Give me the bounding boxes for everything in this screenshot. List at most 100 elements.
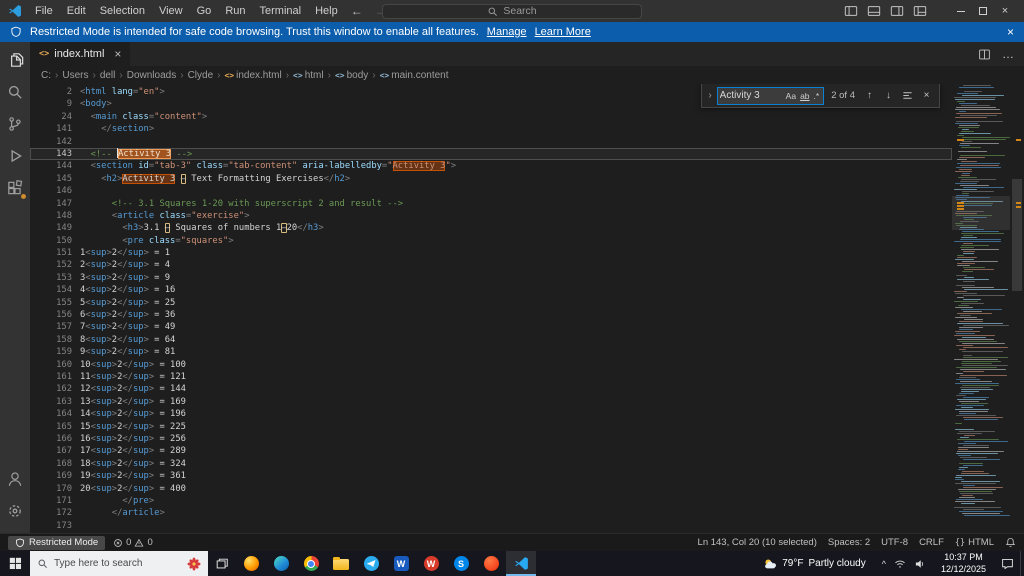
- code-line-156[interactable]: 156 6<sup>2</sup> = 36: [30, 309, 952, 321]
- code-line-144[interactable]: 144 <section id="tab-3" class="tab-conte…: [30, 160, 952, 172]
- code-line-145[interactable]: 145 <h2>Activity 3 – Text Formatting Exe…: [30, 173, 952, 185]
- line-content[interactable]: </pre>: [72, 495, 952, 507]
- line-number[interactable]: 169: [30, 470, 72, 482]
- code-line-24[interactable]: 24 <main class="content">: [30, 111, 952, 123]
- line-number[interactable]: 166: [30, 433, 72, 445]
- breadcrumb-item[interactable]: <> index.html: [223, 70, 282, 81]
- line-number[interactable]: 143: [30, 148, 72, 160]
- line-number[interactable]: 151: [30, 247, 72, 259]
- extensions-icon[interactable]: [0, 174, 30, 202]
- code-line-170[interactable]: 170 20<sup>2</sup> = 400: [30, 483, 952, 495]
- taskbar-search[interactable]: Type here to search: [30, 551, 208, 576]
- code-line-146[interactable]: 146: [30, 185, 952, 197]
- line-content[interactable]: 14<sup>2</sup> = 196: [72, 408, 952, 420]
- find-input[interactable]: [719, 90, 784, 101]
- code-line-163[interactable]: 163 13<sup>2</sup> = 169: [30, 396, 952, 408]
- toggle-sidebar-icon[interactable]: [844, 4, 858, 18]
- problems-status[interactable]: 0 0: [113, 537, 153, 548]
- line-number[interactable]: 170: [30, 483, 72, 495]
- start-button[interactable]: [0, 551, 30, 576]
- tab-close-icon[interactable]: ×: [114, 47, 121, 61]
- tab-index-html[interactable]: <> index.html ×: [30, 42, 131, 66]
- code-area[interactable]: 2 <html lang="en"> 9 <body> 24 <main class="…: [30, 84, 952, 533]
- code-line-158[interactable]: 158 8<sup>2</sup> = 64: [30, 334, 952, 346]
- menu-go[interactable]: Go: [190, 5, 219, 17]
- line-content[interactable]: 18<sup>2</sup> = 324: [72, 458, 952, 470]
- breadcrumb-item[interactable]: Clyde: [187, 70, 215, 81]
- line-number[interactable]: 163: [30, 396, 72, 408]
- line-number[interactable]: 156: [30, 309, 72, 321]
- whole-word-toggle[interactable]: ab: [798, 90, 811, 102]
- line-number[interactable]: 9: [30, 98, 72, 110]
- line-number[interactable]: 164: [30, 408, 72, 420]
- line-content[interactable]: 13<sup>2</sup> = 169: [72, 396, 952, 408]
- code-line-143[interactable]: 143 <!-- Activity 3 -->: [30, 147, 952, 161]
- restricted-mode-status[interactable]: Restricted Mode: [8, 535, 106, 550]
- language-mode-status[interactable]: {} HTML: [955, 537, 994, 548]
- breadcrumb-item[interactable]: <> main.content: [379, 70, 450, 81]
- search-sidebar-icon[interactable]: [0, 78, 30, 106]
- line-content[interactable]: <pre class="squares">: [72, 235, 952, 247]
- toggle-replace-icon[interactable]: ›: [707, 90, 712, 101]
- code-line-149[interactable]: 149 <h3>3.1 – Squares of numbers 1–20</h…: [30, 222, 952, 234]
- line-number[interactable]: 168: [30, 458, 72, 470]
- line-content[interactable]: </section>: [72, 123, 952, 135]
- code-line-147[interactable]: 147 <!-- 3.1 Squares 1-20 with superscri…: [30, 198, 952, 210]
- line-content[interactable]: 2<sup>2</sup> = 4: [72, 259, 952, 271]
- line-number[interactable]: 162: [30, 383, 72, 395]
- breadcrumb-item[interactable]: <> html: [292, 70, 325, 81]
- code-line-142[interactable]: 142: [30, 136, 952, 148]
- menu-help[interactable]: Help: [308, 5, 345, 17]
- code-line-165[interactable]: 165 15<sup>2</sup> = 225: [30, 421, 952, 433]
- taskbar-app-chrome[interactable]: [296, 551, 326, 576]
- back-icon[interactable]: ←: [345, 4, 369, 18]
- scrollbar-thumb[interactable]: [1012, 179, 1022, 291]
- line-content[interactable]: 15<sup>2</sup> = 225: [72, 421, 952, 433]
- line-content[interactable]: [72, 136, 952, 148]
- line-content[interactable]: 1<sup>2</sup> = 1: [72, 247, 952, 259]
- line-number[interactable]: 173: [30, 520, 72, 532]
- line-number[interactable]: 167: [30, 445, 72, 457]
- eol-status[interactable]: CRLF: [919, 537, 944, 548]
- editor[interactable]: 2 <html lang="en"> 9 <body> 24 <main class="…: [30, 84, 1024, 533]
- line-content[interactable]: 10<sup>2</sup> = 100: [72, 359, 952, 371]
- line-number[interactable]: 153: [30, 272, 72, 284]
- code-line-155[interactable]: 155 5<sup>2</sup> = 25: [30, 297, 952, 309]
- code-line-154[interactable]: 154 4<sup>2</sup> = 16: [30, 284, 952, 296]
- menu-selection[interactable]: Selection: [93, 5, 152, 17]
- code-line-161[interactable]: 161 11<sup>2</sup> = 121: [30, 371, 952, 383]
- line-content[interactable]: 17<sup>2</sup> = 289: [72, 445, 952, 457]
- menu-view[interactable]: View: [152, 5, 190, 17]
- menu-file[interactable]: File: [28, 5, 60, 17]
- show-desktop-button[interactable]: [1020, 551, 1024, 576]
- code-line-168[interactable]: 168 18<sup>2</sup> = 324: [30, 458, 952, 470]
- run-debug-icon[interactable]: [0, 142, 30, 170]
- toggle-secondary-sidebar-icon[interactable]: [890, 4, 904, 18]
- task-view-button[interactable]: [208, 551, 236, 576]
- line-number[interactable]: 148: [30, 210, 72, 222]
- line-content[interactable]: 8<sup>2</sup> = 64: [72, 334, 952, 346]
- line-number[interactable]: 2: [30, 86, 72, 98]
- banner-close-icon[interactable]: ×: [1007, 25, 1014, 39]
- learn-more-link[interactable]: Learn More: [535, 26, 591, 38]
- code-line-157[interactable]: 157 7<sup>2</sup> = 49: [30, 321, 952, 333]
- line-content[interactable]: 11<sup>2</sup> = 121: [72, 371, 952, 383]
- line-content[interactable]: <h3>3.1 – Squares of numbers 1–20</h3>: [72, 222, 952, 234]
- tray-expand-icon[interactable]: ^: [882, 559, 886, 569]
- code-line-151[interactable]: 151 1<sup>2</sup> = 1: [30, 247, 952, 259]
- line-number[interactable]: 161: [30, 371, 72, 383]
- line-number[interactable]: 24: [30, 111, 72, 123]
- menu-terminal[interactable]: Terminal: [253, 5, 309, 17]
- line-content[interactable]: 3<sup>2</sup> = 9: [72, 272, 952, 284]
- line-content[interactable]: </article>: [72, 507, 952, 519]
- code-line-159[interactable]: 159 9<sup>2</sup> = 81: [30, 346, 952, 358]
- search-highlight-flower-icon[interactable]: [187, 556, 201, 571]
- breadcrumb-item[interactable]: Downloads: [126, 70, 177, 81]
- minimap[interactable]: [952, 84, 1010, 533]
- line-content[interactable]: 6<sup>2</sup> = 36: [72, 309, 952, 321]
- code-line-150[interactable]: 150 <pre class="squares">: [30, 235, 952, 247]
- settings-gear-icon[interactable]: [0, 497, 30, 525]
- find-close-icon[interactable]: ×: [919, 90, 934, 101]
- manage-link[interactable]: Manage: [487, 26, 527, 38]
- breadcrumb-item[interactable]: <> body: [334, 70, 369, 81]
